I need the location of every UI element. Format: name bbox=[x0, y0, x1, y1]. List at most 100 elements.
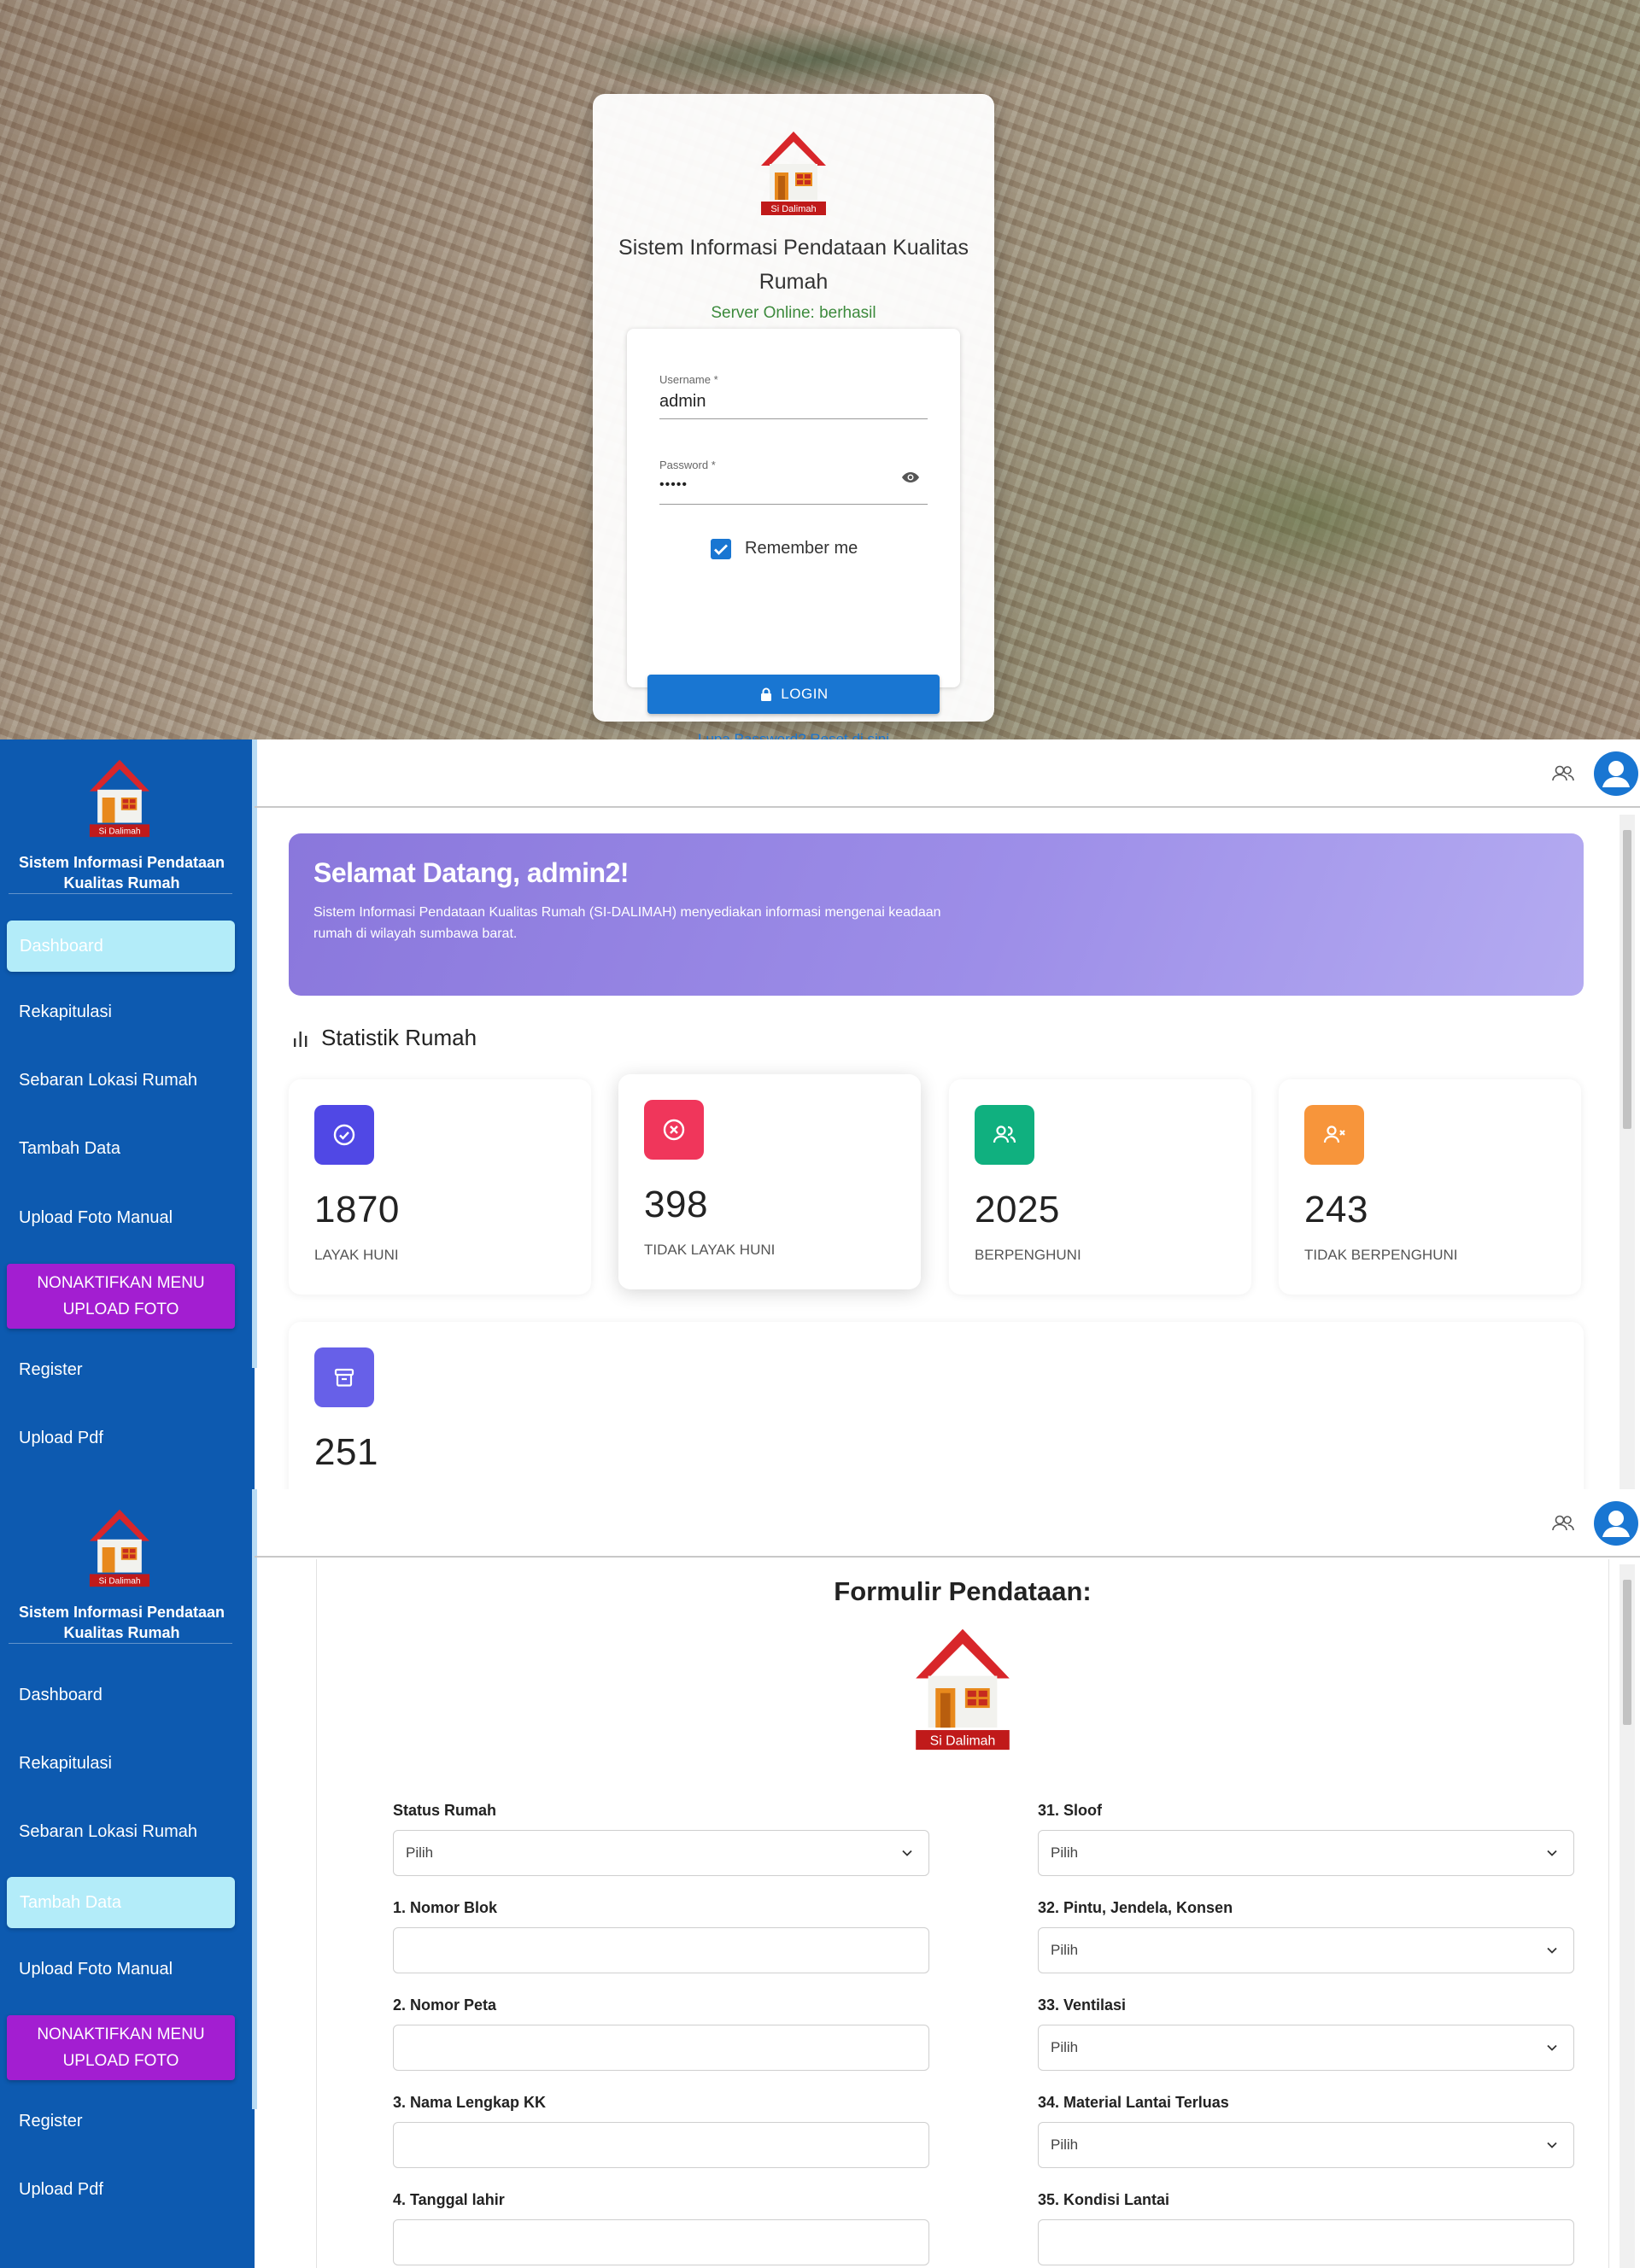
sidebar-title: Sistem Informasi Pendataan Kualitas Ruma… bbox=[18, 1604, 226, 1641]
username-label: Username * bbox=[659, 373, 718, 386]
sidebar-item-tambah-data[interactable]: Tambah Data bbox=[7, 1877, 235, 1928]
logo-text: Si Dalimah bbox=[98, 1576, 140, 1586]
login-card: Si Dalimah Sistem Informasi Pendataan Ku… bbox=[593, 94, 994, 739]
sidebar-divider bbox=[9, 1643, 232, 1644]
welcome-banner: Selamat Datang, admin2! Sistem Informasi… bbox=[289, 833, 1584, 996]
stat-icon-bg bbox=[314, 1347, 374, 1407]
sidebar-item-register[interactable]: Register bbox=[19, 2112, 82, 2131]
stat-icon-bg bbox=[1304, 1105, 1364, 1165]
input-tanggal-lahir[interactable] bbox=[393, 2219, 929, 2265]
field-label-sloof: 31. Sloof bbox=[1038, 1802, 1103, 1819]
input-nama-kk[interactable] bbox=[393, 2122, 929, 2168]
password-input[interactable]: ••••• bbox=[659, 477, 899, 493]
chevron-down-icon bbox=[1547, 2044, 1557, 2051]
sidebar-title: Sistem Informasi Pendataan Kualitas Ruma… bbox=[18, 854, 226, 891]
stat-value: 251 bbox=[314, 1431, 378, 1473]
reset-password-link[interactable]: Lupa Password? Reset di sini bbox=[627, 731, 960, 739]
stat-label: TIDAK BERPENGHUNI bbox=[1304, 1247, 1458, 1263]
main-scrollbar[interactable] bbox=[1620, 815, 1635, 1489]
si-dalimah-logo: Si Dalimah bbox=[761, 132, 826, 215]
check-icon bbox=[714, 544, 728, 555]
form-title: Formulir Pendataan: bbox=[834, 1576, 1092, 1606]
password-label: Password * bbox=[659, 459, 716, 471]
users-icon bbox=[993, 1125, 1016, 1143]
field-label-tanggal-lahir: 4. Tanggal lahir bbox=[393, 2191, 505, 2208]
login-screen: Si Dalimah Sistem Informasi Pendataan Ku… bbox=[0, 0, 1640, 739]
form-content: Formulir Pendataan: Si Dalimah Status Ru… bbox=[316, 1489, 1609, 2268]
stat-heading-label: Statistik Rumah bbox=[321, 1025, 477, 1050]
sidebar: Si Dalimah Sistem Informasi Pendataan Ku… bbox=[0, 1489, 257, 2268]
password-underline bbox=[659, 504, 928, 505]
select-value: Pilih bbox=[1051, 1844, 1079, 1861]
select-sloof[interactable]: Pilih bbox=[1038, 1830, 1574, 1876]
login-button[interactable]: LOGIN bbox=[647, 675, 940, 714]
stat-label: BERPENGHUNI bbox=[975, 1247, 1081, 1263]
sidebar-item-upload-pdf[interactable]: Upload Pdf bbox=[19, 1429, 103, 1448]
field-label-nama-kk: 3. Nama Lengkap KK bbox=[393, 2094, 547, 2111]
logo-text: Si Dalimah bbox=[98, 827, 140, 836]
app-title: Sistem Informasi Pendataan Kualitas Ruma… bbox=[618, 236, 969, 294]
username-input[interactable] bbox=[659, 392, 899, 412]
select-material-lantai[interactable]: Pilih bbox=[1038, 2122, 1574, 2168]
sidebar-divider bbox=[9, 893, 232, 894]
select-value: Pilih bbox=[1051, 2136, 1079, 2153]
x-circle-icon bbox=[663, 1119, 685, 1141]
sidebar: Si Dalimah Sistem Informasi Pendataan Ku… bbox=[0, 739, 257, 1489]
stat-card-tidak-berpenghuni: 243 TIDAK BERPENGHUNI bbox=[1279, 1079, 1581, 1295]
chevron-down-icon bbox=[902, 1850, 912, 1856]
logo-text: Si Dalimah bbox=[930, 1733, 996, 1748]
sidebar-item-sebaran-lokasi[interactable]: Sebaran Lokasi Rumah bbox=[19, 1822, 197, 1842]
login-button-label: LOGIN bbox=[781, 686, 829, 702]
scroll-thumb[interactable] bbox=[1623, 1580, 1631, 1725]
field-label-nomor-blok: 1. Nomor Blok bbox=[393, 1899, 498, 1916]
sidebar-item-upload-foto[interactable]: Upload Foto Manual bbox=[19, 1960, 173, 1979]
sidebar-item-register[interactable]: Register bbox=[19, 1360, 82, 1380]
select-value: Pilih bbox=[406, 1844, 434, 1861]
sidebar-scrollbar[interactable] bbox=[252, 739, 257, 1368]
field-label-kondisi-lantai: 35. Kondisi Lantai bbox=[1038, 2191, 1170, 2208]
sidebar-item-rekapitulasi[interactable]: Rekapitulasi bbox=[19, 1002, 112, 1022]
stat-card-layak-huni: 1870 LAYAK HUNI bbox=[289, 1079, 591, 1295]
sidebar-item-dashboard[interactable]: Dashboard bbox=[19, 1686, 102, 1705]
field-label-status-rumah: Status Rumah bbox=[393, 1802, 497, 1819]
server-status: Server Online: berhasil bbox=[711, 304, 876, 322]
select-kondisi-lantai[interactable] bbox=[1038, 2219, 1574, 2265]
scroll-thumb[interactable] bbox=[1623, 830, 1631, 1129]
lock-icon bbox=[761, 687, 772, 701]
field-label-material-lantai: 34. Material Lantai Terluas bbox=[1038, 2094, 1229, 2111]
stat-label: LAYAK HUNI bbox=[314, 1247, 399, 1263]
select-ventilasi[interactable]: Pilih bbox=[1038, 2025, 1574, 2071]
remember-checkbox[interactable] bbox=[711, 539, 731, 559]
input-nomor-blok[interactable] bbox=[393, 1927, 929, 1973]
main-scrollbar[interactable] bbox=[1620, 1564, 1635, 2268]
select-status-rumah[interactable]: Pilih bbox=[393, 1830, 929, 1876]
sidebar-item-tambah-data[interactable]: Tambah Data bbox=[19, 1139, 120, 1159]
select-value: Pilih bbox=[1051, 1942, 1079, 1958]
disable-upload-button[interactable]: NONAKTIFKAN MENU UPLOAD FOTO bbox=[7, 2015, 235, 2080]
stat-icon-bg bbox=[975, 1105, 1034, 1165]
sidebar-item-rekapitulasi[interactable]: Rekapitulasi bbox=[19, 1754, 112, 1774]
logo-text: Si Dalimah bbox=[770, 204, 816, 214]
stat-value: 2025 bbox=[975, 1189, 1060, 1230]
chevron-down-icon bbox=[1547, 2142, 1557, 2148]
sidebar-item-dashboard[interactable]: Dashboard bbox=[7, 921, 235, 972]
eye-icon[interactable] bbox=[900, 467, 921, 488]
stat-card-extra: 251 bbox=[289, 1322, 1584, 1489]
sidebar-scrollbar[interactable] bbox=[252, 1489, 257, 2109]
sidebar-item-sebaran-lokasi[interactable]: Sebaran Lokasi Rumah bbox=[19, 1071, 197, 1090]
stat-heading: Statistik Rumah bbox=[290, 1025, 477, 1051]
stat-value: 243 bbox=[1304, 1189, 1368, 1230]
dashboard-screen: Si Dalimah Sistem Informasi Pendataan Ku… bbox=[0, 739, 1640, 1489]
sidebar-logo: Si Dalimah bbox=[89, 759, 150, 838]
chevron-down-icon bbox=[1547, 1947, 1557, 1954]
stat-value: 1870 bbox=[314, 1189, 400, 1230]
stat-value: 398 bbox=[644, 1184, 708, 1225]
select-pintu-jendela[interactable]: Pilih bbox=[1038, 1927, 1574, 1973]
sidebar-item-upload-pdf[interactable]: Upload Pdf bbox=[19, 2180, 103, 2200]
sidebar-item-upload-foto[interactable]: Upload Foto Manual bbox=[19, 1208, 173, 1228]
disable-upload-button[interactable]: NONAKTIFKAN MENU UPLOAD FOTO bbox=[7, 1264, 235, 1329]
avatar[interactable] bbox=[1594, 751, 1638, 796]
users-icon[interactable] bbox=[1550, 761, 1576, 786]
input-nomor-peta[interactable] bbox=[393, 2025, 929, 2071]
welcome-title: Selamat Datang, admin2! bbox=[313, 857, 630, 888]
